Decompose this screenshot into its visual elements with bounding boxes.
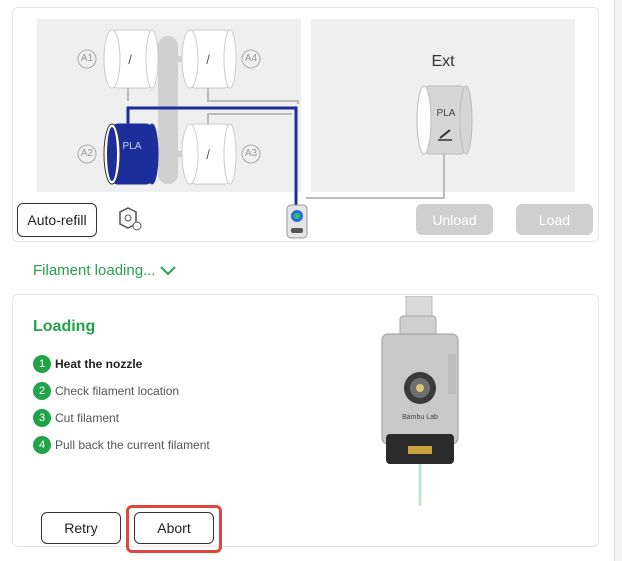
step-item: 4 Pull back the current filament (33, 436, 210, 454)
step-item: 3 Cut filament (33, 409, 119, 427)
filament-loading-label: Filament loading... (33, 262, 156, 279)
auto-refill-button[interactable]: Auto-refill (17, 203, 97, 237)
printhead-brand: Bambu Lab (402, 414, 438, 421)
loading-title: Loading (33, 318, 96, 335)
step-item: 2 Check filament location (33, 382, 179, 400)
ext-spool[interactable] (416, 85, 473, 155)
step-number: 1 (33, 355, 51, 373)
slot-label-a2: A2 (80, 148, 94, 159)
step-number: 2 (33, 382, 51, 400)
load-button[interactable]: Load (516, 204, 593, 235)
abort-button[interactable]: Abort (134, 512, 214, 544)
step-number: 4 (33, 436, 51, 454)
spool-a3-mark: / (206, 147, 210, 162)
retry-button[interactable]: Retry (41, 512, 121, 544)
ams-diagram-area (37, 19, 301, 192)
step-item: 1 Heat the nozzle (33, 355, 142, 373)
printhead-illustration (381, 296, 459, 506)
step-number: 3 (33, 409, 51, 427)
step-text: Pull back the current filament (55, 438, 210, 452)
spool-a1-mark: / (128, 52, 132, 67)
ext-label: Ext (431, 53, 455, 70)
ext-material-label: PLA (436, 108, 456, 119)
slot-label-a3: A3 (244, 148, 258, 159)
slot-label-a1: A1 (80, 53, 94, 64)
chevron-down-icon (159, 265, 176, 275)
spool-a2[interactable] (103, 123, 159, 185)
scrollbar-track[interactable] (614, 0, 622, 561)
filament-loading-toggle[interactable]: Filament loading... (33, 262, 176, 279)
slot-label-a4: A4 (244, 53, 258, 64)
spool-a2-material: PLA (122, 141, 142, 152)
spool-a4-mark: / (206, 52, 210, 67)
step-text: Heat the nozzle (55, 357, 143, 371)
step-text: Check filament location (55, 384, 180, 398)
step-text: Cut filament (55, 411, 120, 425)
unload-button[interactable]: Unload (416, 204, 493, 235)
